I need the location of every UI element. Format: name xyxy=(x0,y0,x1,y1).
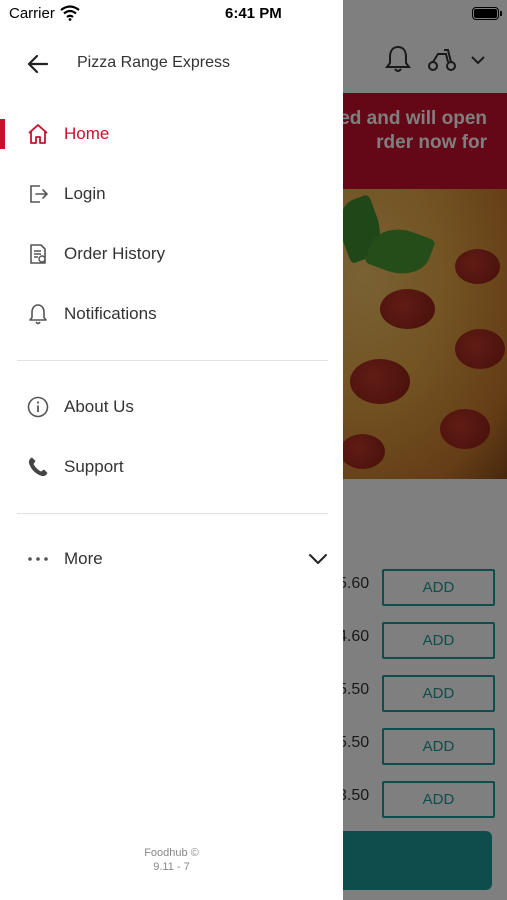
menu-item-login[interactable]: Login xyxy=(0,169,343,219)
menu-item-label: Home xyxy=(64,124,110,143)
back-arrow-icon[interactable] xyxy=(26,52,50,76)
battery-icon xyxy=(472,7,499,20)
wifi-icon xyxy=(60,5,80,21)
menu-item-label: More xyxy=(64,549,103,568)
menu-item-label: Order History xyxy=(64,244,166,263)
more-dots-icon xyxy=(28,557,48,561)
order-history-icon xyxy=(30,244,46,264)
restaurant-name: Pizza Range Express xyxy=(77,54,230,71)
menu-item-support[interactable]: Support xyxy=(0,442,343,492)
menu-item-order-history[interactable]: Order History xyxy=(0,229,343,279)
menu-item-label: About Us xyxy=(64,397,134,416)
menu-item-label: Support xyxy=(64,457,124,476)
drawer-footer: Foodhub © 9.11 - 7 xyxy=(0,846,343,874)
clock-time: 6:41 PM xyxy=(225,5,282,22)
battery-tip xyxy=(500,11,502,16)
menu-item-more[interactable]: More xyxy=(0,534,343,584)
menu-item-notifications[interactable]: Notifications xyxy=(0,289,343,339)
menu-item-about-us[interactable]: About Us xyxy=(0,382,343,432)
menu-item-label: Notifications xyxy=(64,304,157,323)
divider xyxy=(17,360,328,361)
chevron-down-icon[interactable] xyxy=(306,547,330,571)
drawer-status-bar: Carrier 6:41 PM xyxy=(0,0,343,28)
login-icon xyxy=(30,185,48,203)
footer-version: 9.11 - 7 xyxy=(153,861,190,873)
footer-brand: Foodhub © xyxy=(144,847,199,859)
bell-icon xyxy=(29,304,47,325)
divider xyxy=(17,513,328,514)
menu-item-home[interactable]: Home xyxy=(0,109,343,159)
drawer-header: Pizza Range Express xyxy=(0,28,343,98)
home-icon xyxy=(28,124,48,144)
info-icon xyxy=(27,396,49,418)
navigation-drawer: Carrier 6:41 PM Pizza Range Express Home… xyxy=(0,0,343,900)
phone-icon xyxy=(28,457,48,477)
carrier-label: Carrier xyxy=(9,5,55,22)
active-indicator xyxy=(0,119,5,149)
menu-item-label: Login xyxy=(64,184,106,203)
